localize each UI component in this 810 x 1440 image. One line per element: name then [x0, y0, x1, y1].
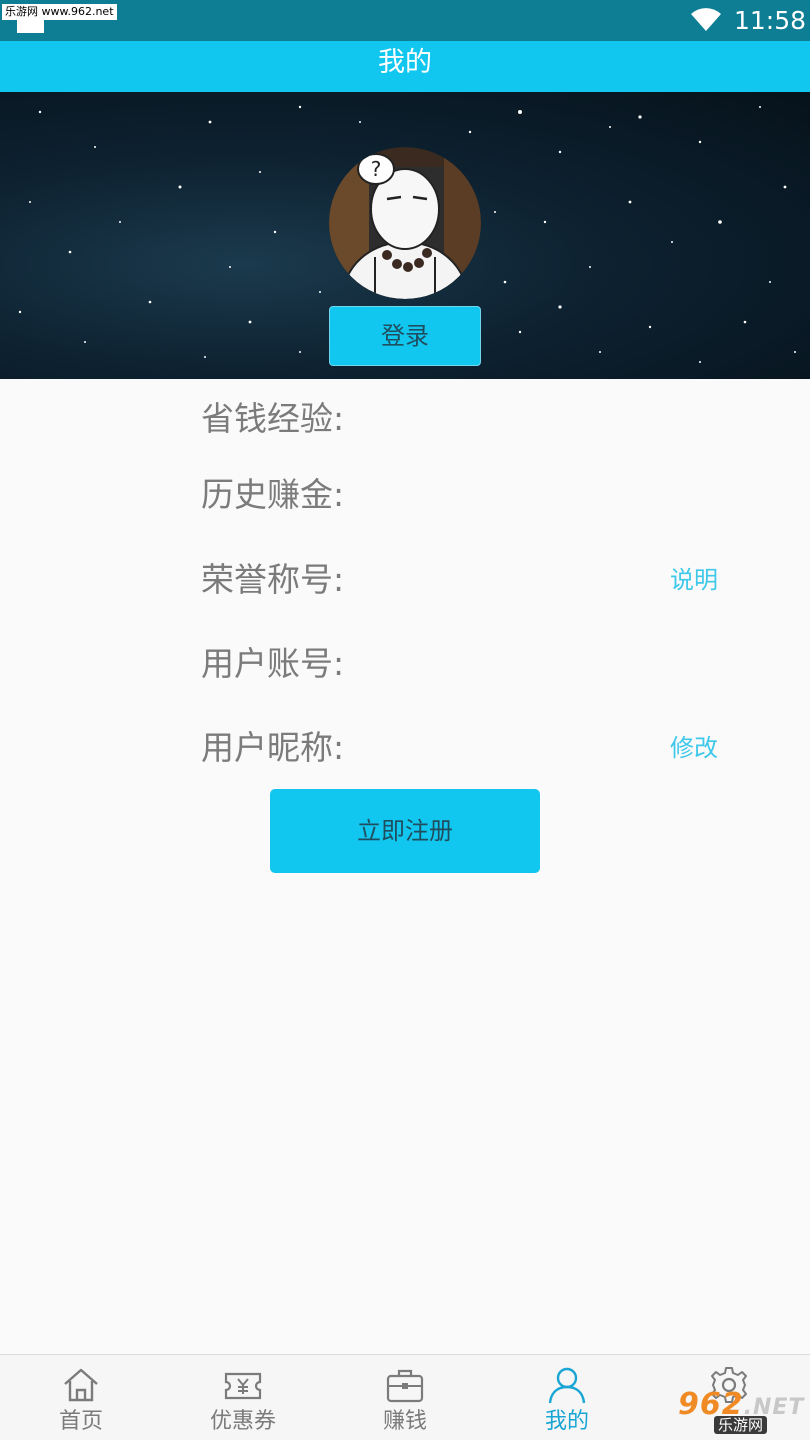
savings-label: 省钱经验: [201, 399, 345, 438]
nav-label-coupons: 优惠券 [209, 1409, 276, 1434]
earnings-label: 历史赚金: [201, 475, 345, 514]
nav-item-earn[interactable]: 赚钱 [324, 1355, 486, 1440]
nav-item-home[interactable]: 首页 [0, 1355, 162, 1440]
wifi-icon [691, 8, 721, 32]
info-row-account: 用户账号: [201, 639, 721, 689]
nickname-label: 用户昵称: [201, 728, 345, 767]
explain-link[interactable]: 说明 [670, 564, 718, 596]
status-time: 11:58 [734, 6, 807, 35]
nav-label-earn: 赚钱 [382, 1409, 427, 1434]
avatar[interactable]: ? [329, 147, 481, 299]
profile-header: ? 登录 [0, 92, 810, 379]
info-row-savings: 省钱经验: [201, 394, 721, 444]
info-row-honor-title: 荣誉称号: 说明 [201, 555, 721, 605]
page-title: 我的 [378, 47, 432, 78]
nav-item-coupons[interactable]: 优惠券 [162, 1355, 324, 1440]
register-button[interactable]: 立即注册 [270, 789, 540, 873]
info-row-earnings: 历史赚金: [201, 470, 721, 520]
notification-icon [17, 17, 44, 33]
person-icon [548, 1367, 586, 1404]
home-icon [64, 1368, 98, 1402]
status-bar: 乐游网 www.962.net 11:58 [0, 0, 810, 41]
login-button[interactable]: 登录 [329, 306, 481, 366]
coupon-icon [224, 1372, 262, 1400]
briefcase-icon [386, 1369, 424, 1403]
watermark-logo: 962.NET 乐游网 [676, 1388, 806, 1436]
edit-nickname-link[interactable]: 修改 [670, 732, 718, 764]
nav-label-mine: 我的 [544, 1409, 589, 1434]
watermark-logo-sub: 乐游网 [714, 1416, 768, 1434]
title-bar: 我的 [0, 41, 810, 92]
nav-label-home: 首页 [58, 1409, 103, 1434]
nav-item-mine[interactable]: 我的 [486, 1355, 648, 1440]
account-label: 用户账号: [201, 644, 345, 683]
svg-text:?: ? [371, 157, 382, 181]
honor-title-label: 荣誉称号: [201, 560, 345, 599]
info-row-nickname: 用户昵称: 修改 [201, 723, 721, 773]
